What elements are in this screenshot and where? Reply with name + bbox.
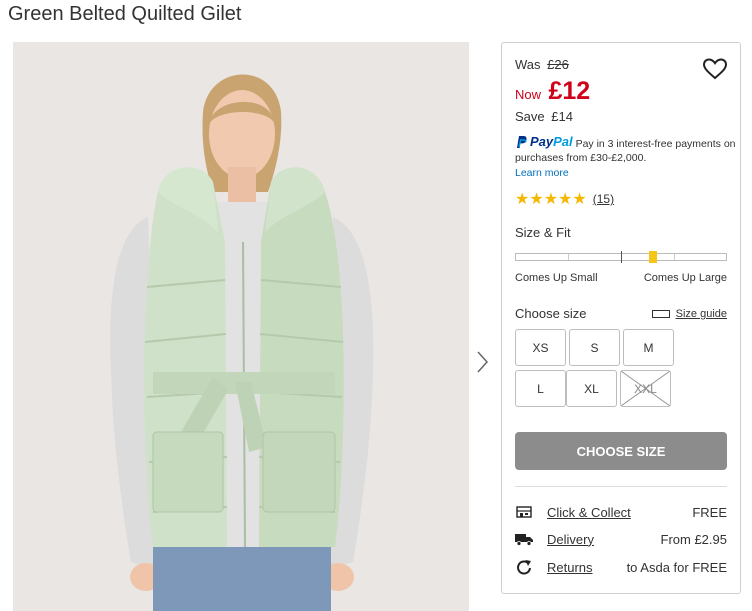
now-price: Now £12	[515, 77, 590, 106]
save-label: Save	[515, 109, 545, 124]
paypal-logo: Pay Pal	[515, 135, 573, 149]
size-option-label: XS	[532, 340, 549, 355]
size-fit-scale	[515, 251, 727, 263]
returns-icon	[515, 559, 533, 575]
size-option-xxl[interactable]: XXL	[620, 370, 671, 407]
save-value: £14	[551, 109, 573, 124]
size-guide-label: Size guide	[675, 308, 727, 320]
choose-size-button[interactable]: CHOOSE SIZE	[515, 432, 727, 470]
was-price: Was £26	[515, 57, 569, 72]
was-label: Was	[515, 57, 541, 72]
chevron-right-icon	[477, 351, 489, 373]
model-photo	[13, 42, 469, 611]
paypal-message: Pay Pal Pay in 3 interest-free payments o…	[515, 135, 737, 180]
purchase-panel: Was £26 Now £12 Save £14 Pay Pal Pay in 3…	[501, 42, 741, 594]
now-label: Now	[515, 87, 542, 102]
size-fit-title: Size & Fit	[515, 225, 571, 240]
was-value: £26	[547, 57, 569, 72]
size-guide-link[interactable]: Size guide	[651, 308, 727, 320]
paypal-logo-pal: Pal	[553, 134, 573, 149]
size-option-label: XXL	[634, 381, 657, 396]
size-option-xl[interactable]: XL	[566, 370, 617, 407]
wishlist-button[interactable]	[702, 57, 728, 81]
click-collect-link[interactable]: Click & Collect	[547, 505, 631, 520]
delivery-row: Delivery From £2.95	[515, 529, 727, 549]
product-rating[interactable]: ★★★★★ (15)	[515, 189, 614, 209]
paypal-logo-pay: Pay	[530, 134, 554, 149]
click-collect-value: FREE	[692, 504, 727, 520]
fit-high-label: Comes Up Large	[643, 272, 727, 284]
returns-link[interactable]: Returns	[547, 560, 593, 575]
size-option-m[interactable]: M	[623, 329, 674, 366]
store-icon	[515, 504, 533, 520]
fit-scale-center	[621, 251, 622, 263]
size-option-label: S	[590, 340, 599, 355]
fit-level-marker	[649, 251, 657, 263]
choose-size-title: Choose size	[515, 306, 587, 321]
rating-stars: ★★★★★	[515, 191, 587, 208]
divider	[515, 486, 727, 487]
size-option-label: M	[643, 340, 654, 355]
size-option-l[interactable]: L	[515, 370, 566, 407]
next-image-arrow[interactable]	[474, 348, 492, 376]
returns-value: to Asda for FREE	[626, 559, 727, 575]
returns-row: Returns to Asda for FREE	[515, 557, 727, 577]
paypal-learn-more-link[interactable]: Learn more	[515, 166, 737, 180]
size-option-xs[interactable]: XS	[515, 329, 566, 366]
delivery-value: From £2.95	[660, 531, 727, 547]
fit-scale-tick	[674, 254, 675, 260]
product-image[interactable]	[13, 42, 469, 611]
paypal-icon	[517, 136, 527, 148]
delivery-link[interactable]: Delivery	[547, 532, 594, 547]
size-option-label: L	[537, 381, 544, 396]
fit-scale-tick	[568, 254, 569, 260]
size-option-s[interactable]: S	[569, 329, 620, 366]
click-collect-row: Click & Collect FREE	[515, 502, 727, 522]
heart-icon	[702, 58, 728, 80]
truck-icon	[515, 531, 533, 547]
review-count-link[interactable]: (15)	[593, 192, 614, 206]
product-title: Green Belted Quilted Gilet	[8, 3, 242, 25]
ruler-icon	[651, 310, 670, 318]
size-option-label: XL	[584, 381, 599, 396]
fit-low-label: Comes Up Small	[515, 272, 598, 284]
now-value: £12	[548, 77, 591, 105]
save-amount: Save £14	[515, 109, 573, 124]
